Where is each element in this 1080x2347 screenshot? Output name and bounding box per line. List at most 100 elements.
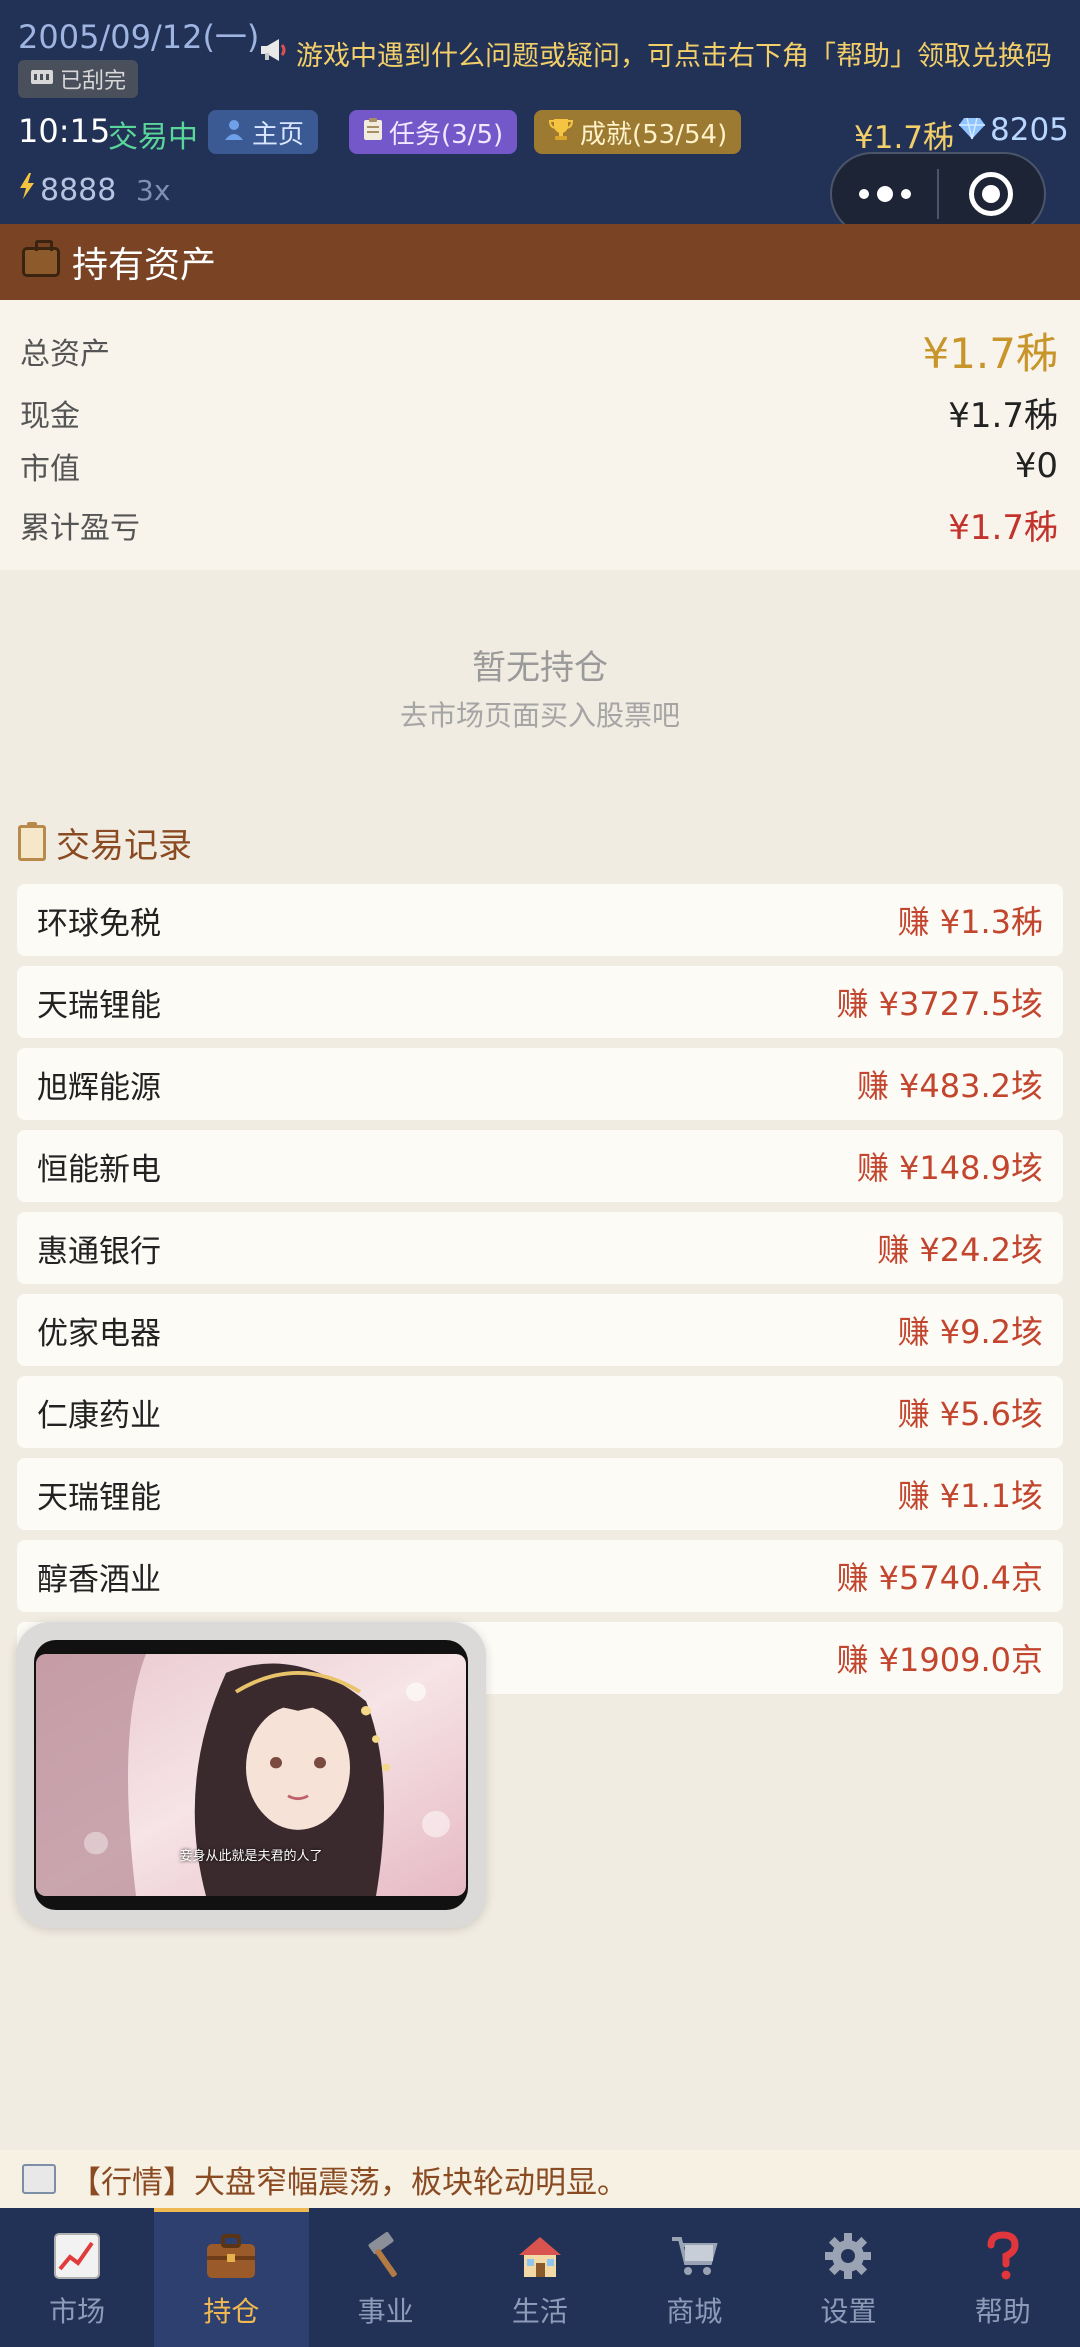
game-date: 2005/09/12(一)	[18, 18, 260, 56]
trade-record[interactable]: 天瑞锂能 赚 ¥1.1垓	[17, 1458, 1063, 1530]
tasks-button[interactable]: 任务(3/5)	[349, 110, 518, 154]
floating-video-player[interactable]: 妾身从此就是夫君的人了	[16, 1622, 486, 1928]
trade-record[interactable]: 天瑞锂能 赚 ¥3727.5垓	[17, 966, 1063, 1038]
balance-display: ¥1.7秭	[854, 120, 955, 156]
record-profit: 赚 ¥148.9垓	[856, 1149, 1043, 1187]
pnl-label: 累计盈亏	[20, 510, 140, 546]
gem-count: 8205	[990, 112, 1069, 148]
nav-label: 商城	[666, 2295, 723, 2328]
announcement-text: 游戏中遇到什么问题或疑问，可点击右下角「帮助」领取兑换码	[296, 41, 1052, 72]
trade-record[interactable]: 环球免税 赚 ¥1.3秭	[17, 884, 1063, 956]
question-icon	[977, 2230, 1029, 2282]
nav-label: 帮助	[974, 2295, 1031, 2328]
nav-label: 持仓	[203, 2295, 260, 2328]
empty-holdings-title: 暂无持仓	[472, 648, 608, 688]
cash-value: ¥1.7秭	[948, 396, 1058, 436]
trade-record[interactable]: 旭辉能源 赚 ¥483.2垓	[17, 1048, 1063, 1120]
record-profit: 赚 ¥5740.4京	[836, 1559, 1043, 1597]
total-assets-row: 总资产 ¥1.7秭	[20, 320, 1058, 381]
pnl-row: 累计盈亏 ¥1.7秭	[20, 500, 1058, 549]
record-stock-name: 恒能新电	[37, 1151, 161, 1188]
record-stock-name: 仁康药业	[37, 1397, 161, 1434]
home-label: 主页	[252, 119, 305, 150]
market-value: ¥0	[1014, 446, 1058, 486]
record-stock-name: 优家电器	[37, 1315, 161, 1352]
record-profit: 赚 ¥3727.5垓	[836, 985, 1043, 1023]
megaphone-icon	[258, 37, 288, 70]
diamond-icon	[958, 112, 986, 148]
empty-holdings-subtitle: 去市场页面买入股票吧	[399, 699, 680, 732]
nav-label: 设置	[820, 2295, 877, 2328]
nav-help[interactable]: 帮助	[926, 2208, 1080, 2347]
ticket-icon	[30, 67, 54, 92]
pnl-value: ¥1.7秭	[948, 508, 1058, 548]
energy-count: 8888	[40, 172, 117, 208]
market-value-label: 市值	[20, 452, 80, 487]
game-time: 10:15	[18, 112, 111, 150]
record-profit: 赚 ¥1.1垓	[897, 1477, 1043, 1515]
total-assets-value: ¥1.7秭	[922, 329, 1058, 378]
record-stock-name: 醇香酒业	[37, 1561, 161, 1598]
nav-market[interactable]: 市场	[0, 2208, 154, 2347]
scratch-status-text: 已刮完	[60, 69, 127, 94]
record-profit: 赚 ¥483.2垓	[856, 1067, 1043, 1105]
nav-label: 生活	[511, 2295, 568, 2328]
achievements-button[interactable]: 成就(53/54)	[534, 110, 742, 154]
lightning-icon	[18, 172, 36, 208]
nav-shop[interactable]: 商城	[617, 2208, 771, 2347]
holdings-title: 持有资产	[72, 245, 217, 286]
trophy-icon	[548, 117, 574, 148]
news-text: 【行情】大盘窄幅震荡，板块轮动明显。	[70, 2164, 628, 2201]
scratch-status-badge[interactable]: 已刮完	[18, 60, 139, 98]
top-status-header: 2005/09/12(一) 已刮完 游戏中遇到什么问题或疑问，可点击右下角「帮助…	[0, 0, 1080, 236]
achievements-label: 成就(53/54)	[580, 119, 728, 150]
gem-counter: 8205	[958, 112, 1069, 148]
trade-record[interactable]: 醇香酒业 赚 ¥5740.4京	[17, 1540, 1063, 1612]
video-caption: 妾身从此就是夫君的人了	[179, 1849, 323, 1864]
close-target-icon	[969, 172, 1014, 216]
more-dots-icon	[858, 186, 911, 202]
video-frame	[34, 1640, 468, 1910]
trade-records-heading: 交易记录	[18, 818, 192, 867]
clipboard-icon	[363, 117, 383, 148]
close-miniprogram-button[interactable]	[939, 154, 1044, 234]
nav-holdings[interactable]: 持仓	[154, 2208, 309, 2347]
bottom-navigation: 市场 持仓 事业 生活 商城 设置 帮助	[0, 2208, 1080, 2347]
nav-settings[interactable]: 设置	[771, 2208, 925, 2347]
trade-record[interactable]: 仁康药业 赚 ¥5.6垓	[17, 1376, 1063, 1448]
user-icon	[222, 117, 246, 148]
record-profit: 赚 ¥1909.0京	[836, 1641, 1043, 1679]
cart-icon	[668, 2230, 720, 2282]
nav-career[interactable]: 事业	[309, 2208, 463, 2347]
clipboard-icon	[18, 821, 46, 861]
trade-record[interactable]: 惠通银行 赚 ¥24.2垓	[17, 1212, 1063, 1284]
record-profit: 赚 ¥1.3秭	[897, 903, 1043, 941]
market-news-ticker[interactable]: 【行情】大盘窄幅震荡，板块轮动明显。	[0, 2150, 1080, 2208]
speed-multiplier[interactable]: 3x	[136, 174, 170, 207]
home-button[interactable]: 主页	[208, 110, 319, 154]
trade-record[interactable]: 优家电器 赚 ¥9.2垓	[17, 1294, 1063, 1366]
hammer-icon	[360, 2230, 412, 2282]
record-profit: 赚 ¥9.2垓	[897, 1313, 1043, 1351]
asset-summary: 总资产 ¥1.7秭 现金 ¥1.7秭 市值 ¥0 累计盈亏 ¥1.7秭	[0, 300, 1080, 570]
trade-records-title: 交易记录	[56, 826, 192, 866]
briefcase-icon	[205, 2230, 257, 2282]
record-profit: 赚 ¥24.2垓	[877, 1231, 1043, 1269]
record-profit: 赚 ¥5.6垓	[897, 1395, 1043, 1433]
nav-label: 市场	[49, 2295, 106, 2328]
market-value-row: 市值 ¥0	[20, 444, 1058, 488]
briefcase-icon	[22, 240, 60, 277]
nav-life[interactable]: 生活	[463, 2208, 617, 2347]
record-stock-name: 天瑞锂能	[37, 987, 161, 1024]
more-menu-button[interactable]	[832, 154, 937, 234]
trade-record[interactable]: 恒能新电 赚 ¥148.9垓	[17, 1130, 1063, 1202]
gear-icon	[822, 2230, 874, 2282]
holdings-section-bar: 持有资产	[0, 224, 1080, 300]
newspaper-icon	[22, 2164, 56, 2194]
total-assets-label: 总资产	[20, 336, 110, 372]
record-stock-name: 惠通银行	[37, 1233, 161, 1270]
house-icon	[514, 2230, 566, 2282]
tasks-label: 任务(3/5)	[389, 119, 504, 150]
announcement-banner[interactable]: 游戏中遇到什么问题或疑问，可点击右下角「帮助」领取兑换码	[258, 34, 1052, 73]
energy-counter: 8888	[18, 172, 116, 208]
